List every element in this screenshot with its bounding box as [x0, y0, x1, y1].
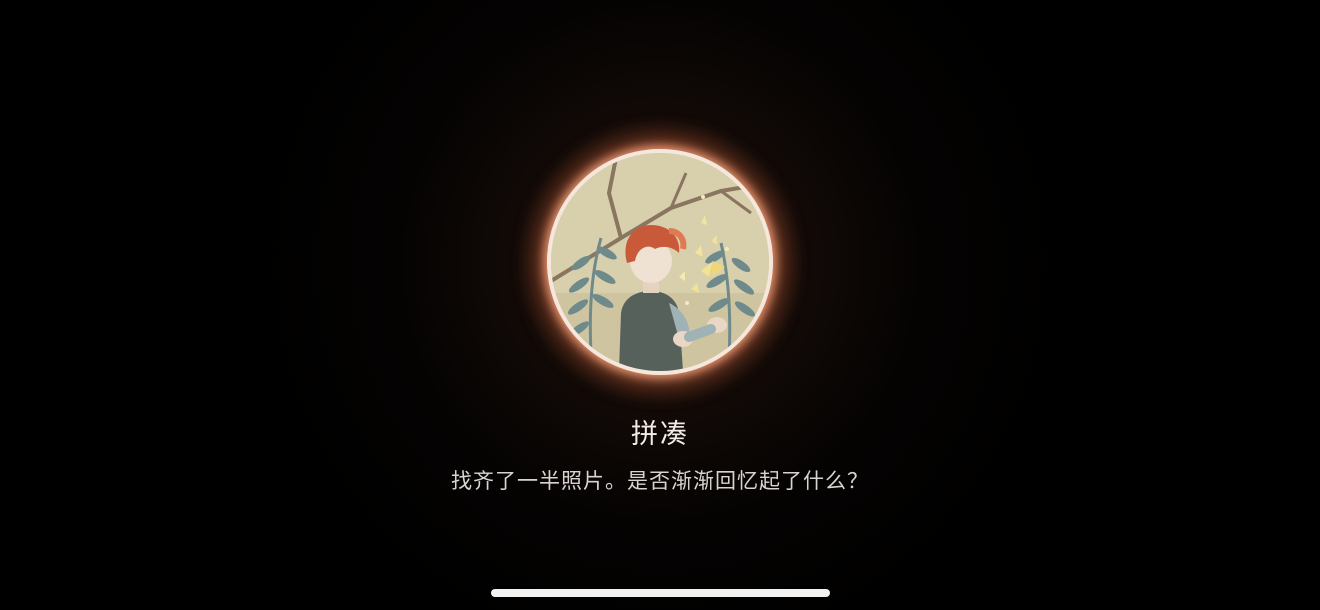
achievement-medal	[547, 149, 773, 375]
achievement-title: 拼凑	[631, 419, 689, 450]
achievement-description: 找齐了一半照片。是否渐渐回忆起了什么？	[451, 469, 869, 493]
boy-with-butterfly-medal-icon	[551, 153, 769, 371]
home-indicator[interactable]	[491, 589, 830, 597]
achievement-screen: 拼凑 找齐了一半照片。是否渐渐回忆起了什么？	[0, 0, 1320, 610]
